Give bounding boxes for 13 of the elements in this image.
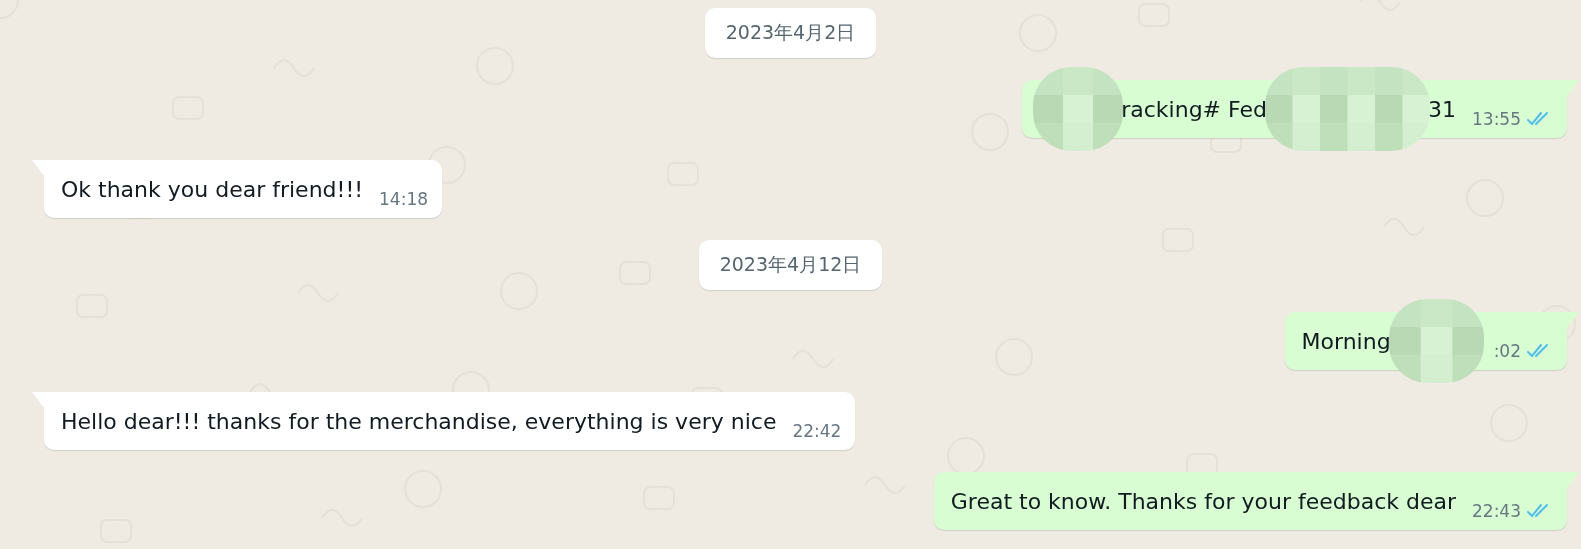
- message-time: 22:43: [1472, 501, 1521, 521]
- date-chip: 2023年4月12日: [698, 240, 883, 290]
- message-time: 22:42: [792, 421, 842, 441]
- message-text: racking# Fed: [1121, 96, 1267, 122]
- message-time: :02: [1493, 341, 1521, 361]
- message-text: Great to know. Thanks for your feedback dear: [950, 488, 1456, 514]
- message-time: 13:55: [1472, 109, 1521, 129]
- message-text: Morning: [1301, 328, 1391, 354]
- date-chip: 2023年4月2日: [704, 8, 877, 58]
- message-text: Ok thank you dear friend!!!: [61, 176, 364, 202]
- message-text: 31: [1428, 96, 1456, 122]
- message-text: Hello dear!!! thanks for the merchandise, everything is very nice: [61, 408, 777, 434]
- message-time: 14:18: [379, 189, 429, 209]
